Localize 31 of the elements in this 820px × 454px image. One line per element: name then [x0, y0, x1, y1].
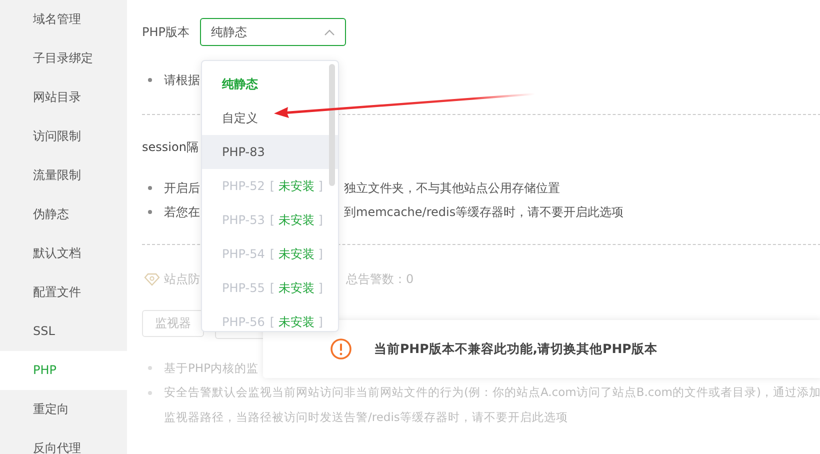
sidebar-item[interactable]: 流量限制	[0, 156, 127, 195]
note-text: 安全告警默认会监视当前网站访问非当前网站文件的行为(例：你的站点A.com访问了站点B.com的文件或者目录)，通过添加	[164, 385, 820, 400]
toast-message: 当前PHP版本不兼容此功能,请切换其他PHP版本	[374, 340, 658, 358]
sidebar-item[interactable]: 访问限制	[0, 117, 127, 156]
note-text: 到memcache/redis等缓存器时，请不要开启此选项	[344, 204, 624, 220]
note-text: 开启后	[164, 180, 200, 194]
sidebar-item[interactable]: 子目录绑定	[0, 39, 127, 78]
diamond-icon	[144, 272, 160, 286]
field-label: PHP版本	[142, 24, 190, 40]
alarm-label: 站点防	[164, 272, 200, 286]
note-text: 请根据	[164, 72, 200, 88]
sidebar-item[interactable]: SSL	[0, 312, 127, 351]
note-text: 独立文件夹，不与其他站点公用存储位置	[344, 180, 560, 196]
dropdown-option[interactable]: 自定义	[202, 101, 338, 135]
note-text: 监视器路径，当路径被访问时发送告警/redis等缓存器时，请不要开启此选项	[164, 410, 568, 425]
warning-icon	[330, 338, 352, 360]
sidebar-item[interactable]: 域名管理	[0, 0, 127, 39]
scrollbar[interactable]	[329, 64, 335, 186]
sidebar-item[interactable]: 重定向	[0, 390, 127, 429]
note-text: 基于PHP内核的监	[164, 360, 259, 376]
alarm-count: 总告警数：0	[346, 270, 414, 288]
caret-icon	[324, 28, 335, 36]
sidebar-item[interactable]: 网站目录	[0, 78, 127, 117]
sidebar-item[interactable]: 默认文档	[0, 234, 127, 273]
note-text: 若您在	[164, 204, 200, 218]
sidebar-item[interactable]: 反向代理	[0, 429, 127, 454]
dropdown-option[interactable]: PHP-83	[202, 135, 338, 169]
section-title: session隔	[142, 139, 198, 156]
sidebar-item[interactable]: 伪静态	[0, 195, 127, 234]
sidebar-item[interactable]: 配置文件	[0, 273, 127, 312]
version-select[interactable]: 纯静态	[200, 18, 346, 46]
